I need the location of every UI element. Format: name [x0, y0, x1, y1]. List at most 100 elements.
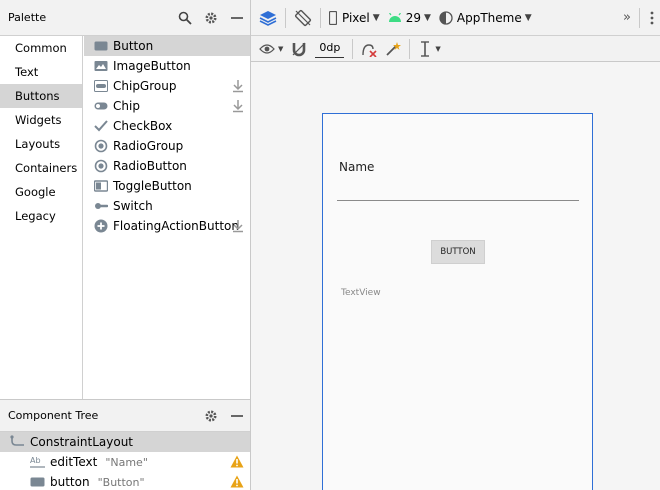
api-level: 29 [405, 10, 421, 25]
design-canvas[interactable]: Name BUTTON TextView [251, 62, 660, 490]
palette-panel: Palette Common Text Buttons Widgets Layo… [0, 0, 251, 399]
category-widgets[interactable]: Widgets [0, 108, 82, 132]
layers-icon[interactable] [255, 5, 281, 31]
theme-selector[interactable]: AppTheme ▼ [435, 5, 536, 31]
tree-item-label: editText [50, 455, 98, 469]
guidelines-icon[interactable]: ▼ [414, 36, 444, 62]
device-selector[interactable]: Pixel ▼ [325, 5, 384, 31]
widget-radio-button[interactable]: RadioButton [84, 156, 250, 176]
chip-icon [94, 99, 108, 113]
toggle-button-icon [94, 179, 108, 193]
chevron-down-icon: ▼ [435, 44, 441, 53]
autoconnect-magnet-icon[interactable] [287, 36, 311, 62]
widget-label: ChipGroup [113, 79, 177, 93]
toolbar-separator [352, 38, 354, 59]
button-preview[interactable]: BUTTON [431, 240, 485, 264]
chevron-down-icon: ▼ [423, 12, 431, 23]
widget-label: ToggleButton [113, 179, 192, 193]
widget-image-button[interactable]: ImageButton [84, 56, 250, 76]
textview-preview[interactable]: TextView [341, 288, 381, 298]
widget-toggle-button[interactable]: ToggleButton [84, 176, 250, 196]
category-buttons[interactable]: Buttons [0, 84, 82, 108]
chevron-down-icon: ▼ [372, 12, 380, 23]
widget-label: CheckBox [113, 119, 173, 133]
android-icon [388, 12, 402, 23]
gear-icon[interactable] [198, 5, 224, 31]
tree-item-button[interactable]: button "Button" [0, 472, 250, 490]
tree-item-label: ConstraintLayout [30, 435, 134, 449]
category-layouts[interactable]: Layouts [0, 132, 82, 156]
minimize-icon[interactable] [224, 5, 250, 31]
toolbar-separator [639, 7, 640, 28]
warning-icon[interactable] [230, 475, 244, 490]
component-tree-panel: Component Tree ConstraintLayout Ab editT… [0, 399, 251, 490]
widget-label: Chip [113, 99, 140, 113]
infer-constraints-icon[interactable] [381, 36, 405, 62]
widget-button[interactable]: Button [84, 36, 250, 56]
text-field-icon: Ab [30, 455, 46, 469]
category-legacy[interactable]: Legacy [0, 204, 82, 228]
device-preview[interactable]: Name BUTTON TextView [322, 113, 593, 490]
widget-label: ImageButton [113, 59, 191, 73]
tree-item-constraint-layout[interactable]: ConstraintLayout [0, 432, 250, 452]
palette-category-list: Common Text Buttons Widgets Layouts Cont… [0, 36, 83, 399]
svg-text:Ab: Ab [30, 456, 41, 465]
api-level-selector[interactable]: 29 ▼ [384, 5, 435, 31]
theme-name: AppTheme [456, 10, 522, 25]
view-options-icon[interactable]: ▼ [255, 36, 287, 62]
widget-radio-group[interactable]: RadioGroup [84, 136, 250, 156]
checkbox-icon [94, 119, 108, 133]
category-containers[interactable]: Containers [0, 156, 82, 180]
download-icon[interactable] [232, 99, 244, 116]
toolbar-separator [320, 7, 321, 28]
edittext-preview-label[interactable]: Name [339, 160, 374, 174]
widget-label: RadioButton [113, 159, 187, 173]
toolbar-overflow-button[interactable]: » [619, 5, 635, 31]
minimize-icon[interactable] [224, 403, 250, 429]
widget-switch[interactable]: Switch [84, 196, 250, 216]
image-button-icon [94, 59, 108, 73]
clear-constraints-icon[interactable] [357, 36, 381, 62]
palette-header: Palette [0, 0, 250, 36]
radio-group-icon [94, 139, 108, 153]
widget-label: RadioGroup [113, 139, 184, 153]
orientation-icon[interactable] [290, 5, 316, 31]
search-icon[interactable] [172, 5, 198, 31]
widget-label: Switch [113, 199, 153, 213]
warning-icon[interactable] [230, 455, 244, 471]
tree-item-hint: "Name" [105, 455, 148, 469]
constraint-toolbar: ▼ 0dp ▼ [251, 36, 660, 62]
widget-checkbox[interactable]: CheckBox [84, 116, 250, 136]
button-icon [30, 475, 46, 489]
fab-icon [94, 219, 108, 233]
gear-icon[interactable] [198, 403, 224, 429]
tree-item-hint: "Button" [97, 475, 145, 489]
component-tree-title: Component Tree [8, 409, 99, 422]
chevron-down-icon: ▼ [278, 44, 284, 53]
more-options-icon[interactable] [644, 5, 660, 31]
tree-item-edittext[interactable]: Ab editText "Name" [0, 452, 250, 472]
download-icon[interactable] [232, 79, 244, 96]
constraint-layout-icon [10, 435, 26, 449]
switch-icon [94, 199, 108, 213]
chip-group-icon [94, 79, 108, 93]
default-margin-field[interactable]: 0dp [315, 40, 345, 58]
palette-title: Palette [8, 11, 47, 24]
toolbar-separator [409, 38, 411, 59]
phone-icon [329, 10, 337, 25]
theme-icon [439, 10, 453, 25]
widget-floating-action-button[interactable]: FloatingActionButton [84, 216, 250, 236]
download-icon[interactable] [232, 219, 244, 236]
edittext-underline [337, 200, 579, 201]
category-google[interactable]: Google [0, 180, 82, 204]
chevron-down-icon: ▼ [524, 12, 532, 23]
button-icon [94, 39, 108, 53]
palette-widget-list: Button ImageButton ChipGroup Chip CheckB… [84, 36, 250, 399]
widget-chip-group[interactable]: ChipGroup [84, 76, 250, 96]
category-text[interactable]: Text [0, 60, 82, 84]
widget-chip[interactable]: Chip [84, 96, 250, 116]
category-common[interactable]: Common [0, 36, 82, 60]
widget-label: Button [113, 39, 154, 53]
component-tree-header: Component Tree [0, 400, 250, 432]
widget-label: FloatingActionButton [113, 219, 239, 233]
